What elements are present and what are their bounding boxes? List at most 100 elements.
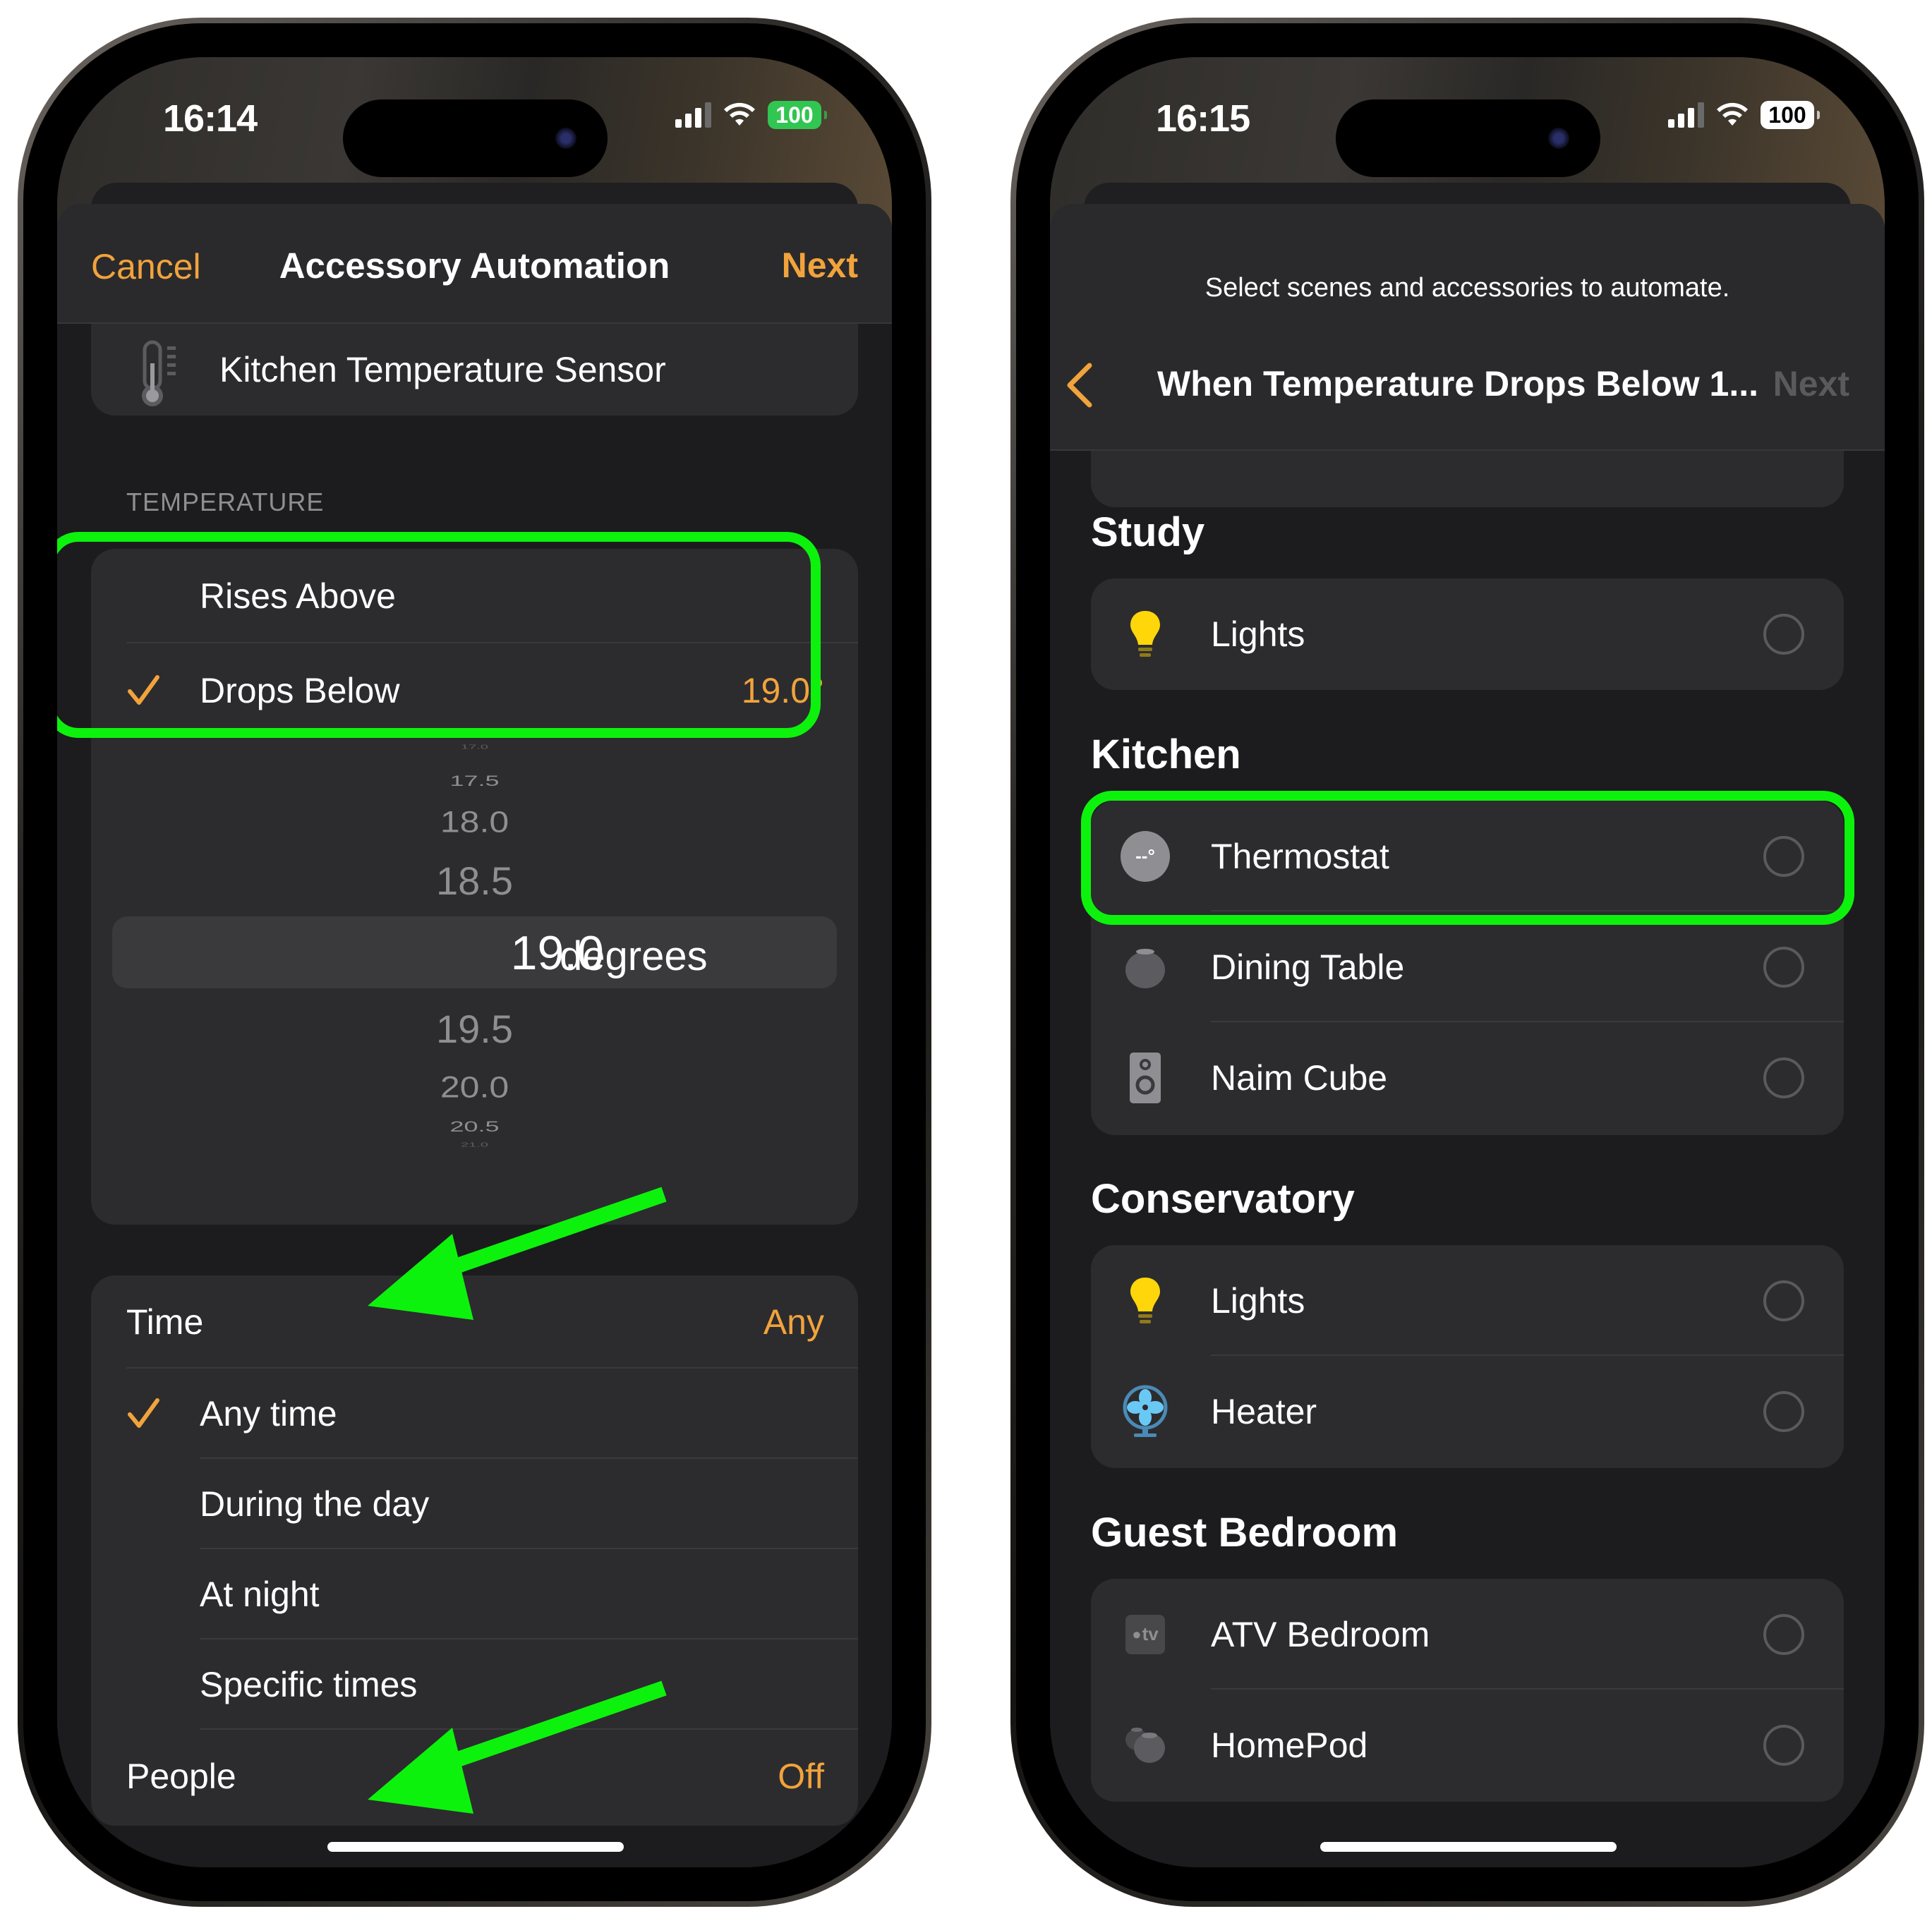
accessory-row-naim-cube[interactable]: Naim Cube — [1091, 1022, 1844, 1133]
accessory-row[interactable]: HomePod — [1091, 1690, 1844, 1800]
accessory-row-dining-table[interactable]: Dining Table — [1091, 911, 1844, 1022]
room-card-kitchen: --° Thermostat Dining Table Naim Cube — [1091, 801, 1844, 1135]
option-label: Rises Above — [200, 576, 396, 616]
room-card-study: Lights — [1091, 578, 1844, 690]
select-radio[interactable] — [1763, 1057, 1804, 1098]
picker-value: 17.5 — [449, 772, 500, 789]
room-heading-kitchen: Kitchen — [1091, 732, 1241, 777]
instruction-text: Select scenes and accessories to automat… — [1205, 273, 1730, 303]
temperature-options: Rises Above Drops Below 19.0° — [91, 549, 858, 738]
battery-indicator: 100 — [768, 101, 827, 129]
accessory-row[interactable]: Heater — [1091, 1356, 1844, 1467]
page-title: When Temperature Drops Below 1... — [1157, 364, 1759, 404]
accessory-label: Thermostat — [1211, 836, 1389, 876]
accessory-label: Lights — [1211, 1280, 1305, 1321]
time-option-any-time[interactable]: Any time — [91, 1369, 858, 1459]
accessory-row-thermostat[interactable]: --° Thermostat — [1091, 801, 1844, 911]
fan-icon — [1121, 1385, 1170, 1437]
battery-indicator: 100 — [1761, 101, 1820, 129]
accessory-label: HomePod — [1211, 1725, 1368, 1765]
time-option-at-night[interactable]: At night — [91, 1549, 858, 1639]
time-value: Any — [763, 1302, 824, 1342]
people-value: Off — [778, 1757, 824, 1796]
camera-icon — [555, 128, 576, 149]
apple-tv-glyph: tv — [1142, 1623, 1159, 1644]
time-label: Time — [126, 1302, 204, 1342]
wifi-icon — [1717, 102, 1748, 126]
temperature-picker[interactable]: 17.0 17.5 18.0 18.5 19.0 degrees 19.5 20… — [91, 738, 858, 1225]
time-option-during-the-day[interactable]: During the day — [91, 1459, 858, 1549]
cellular-signal-icon — [1668, 102, 1704, 128]
annotation-arrow-icon — [368, 1187, 667, 1320]
next-button[interactable]: Next — [1773, 363, 1849, 404]
accessory-card: Kitchen Temperature Sensor — [91, 324, 858, 416]
threshold-value: 19.0° — [741, 671, 824, 710]
picker-value: 21.0 — [461, 1141, 488, 1148]
accessory-row[interactable]: ● tv ATV Bedroom — [1091, 1579, 1844, 1690]
select-radio[interactable] — [1763, 946, 1804, 988]
accessory-name: Kitchen Temperature Sensor — [219, 350, 666, 389]
accessory-label: Heater — [1211, 1391, 1317, 1431]
option-label: Any time — [200, 1394, 337, 1433]
left-phone-screen: 16:14 100 Cancel Accessory Automation Ne… — [57, 57, 892, 1867]
picker-unit: degrees — [560, 933, 708, 979]
right-phone-screen: 16:15 100 HomePod Select scenes and acce… — [1050, 57, 1885, 1867]
checkmark-icon — [128, 1398, 159, 1428]
back-chevron-icon[interactable] — [1065, 363, 1094, 408]
picker-value: 18.5 — [436, 859, 513, 903]
dynamic-island — [343, 99, 608, 177]
cellular-signal-icon — [675, 102, 711, 128]
wifi-icon — [724, 102, 755, 126]
accessory-label: ATV Bedroom — [1211, 1614, 1430, 1654]
room-card-conservatory: Lights Heater — [1091, 1245, 1844, 1468]
option-drops-below[interactable]: Drops Below 19.0° — [91, 643, 858, 738]
select-radio[interactable] — [1763, 613, 1804, 655]
status-icons: 100 — [1668, 101, 1820, 129]
dynamic-island — [1336, 99, 1600, 177]
picker-value: 19.5 — [436, 1007, 513, 1051]
select-radio[interactable] — [1763, 835, 1804, 877]
option-label: At night — [200, 1575, 320, 1614]
accessory-row[interactable]: Lights — [1091, 578, 1844, 689]
right-phone-frame: 16:15 100 HomePod Select scenes and acce… — [1010, 18, 1924, 1907]
accessory-label: Naim Cube — [1211, 1057, 1388, 1098]
nav-bar: Select scenes and accessories to automat… — [1050, 204, 1885, 451]
picker-value: 20.5 — [449, 1117, 500, 1135]
lightbulb-icon — [1121, 1276, 1170, 1326]
option-label: Drops Below — [200, 671, 400, 710]
apple-tv-icon: ● tv — [1121, 1610, 1170, 1659]
accessory-label: Lights — [1211, 614, 1305, 654]
homepod-mini-icon — [1121, 942, 1170, 992]
accessory-row[interactable]: Lights — [1091, 1245, 1844, 1356]
room-heading-conservatory: Conservatory — [1091, 1176, 1355, 1222]
select-radio[interactable] — [1763, 1390, 1804, 1432]
picker-value: 17.0 — [461, 744, 488, 751]
thermostat-reading: --° — [1121, 830, 1170, 882]
home-indicator[interactable] — [1320, 1842, 1617, 1852]
option-label: During the day — [200, 1484, 430, 1524]
checkmark-icon — [128, 675, 159, 705]
option-rises-above[interactable]: Rises Above — [91, 549, 858, 643]
accessory-label: Dining Table — [1211, 947, 1405, 987]
page-title: Accessory Automation — [279, 245, 670, 286]
status-time: 16:15 — [1156, 97, 1250, 140]
speaker-icon — [1121, 1052, 1170, 1103]
room-heading-study: Study — [1091, 509, 1205, 555]
people-label: People — [126, 1757, 236, 1796]
room-heading-guest-bedroom: Guest Bedroom — [1091, 1510, 1399, 1556]
nav-bar: Cancel Accessory Automation Next — [57, 204, 892, 324]
annotation-arrow-icon — [368, 1680, 667, 1814]
left-phone-frame: 16:14 100 Cancel Accessory Automation Ne… — [18, 18, 931, 1907]
select-radio[interactable] — [1763, 1724, 1804, 1766]
select-radio[interactable] — [1763, 1613, 1804, 1655]
select-radio[interactable] — [1763, 1280, 1804, 1321]
temperature-section-label: TEMPERATURE — [126, 487, 325, 516]
status-icons: 100 — [675, 101, 827, 129]
room-card-guest-bedroom: ● tv ATV Bedroom HomePod — [1091, 1579, 1844, 1802]
status-time: 16:14 — [163, 97, 258, 140]
thermostat-icon: --° — [1121, 830, 1170, 882]
homepod-pair-icon — [1121, 1721, 1170, 1770]
next-button[interactable]: Next — [782, 245, 858, 286]
lightbulb-icon — [1121, 610, 1170, 659]
picker-value: 20.0 — [440, 1070, 509, 1104]
